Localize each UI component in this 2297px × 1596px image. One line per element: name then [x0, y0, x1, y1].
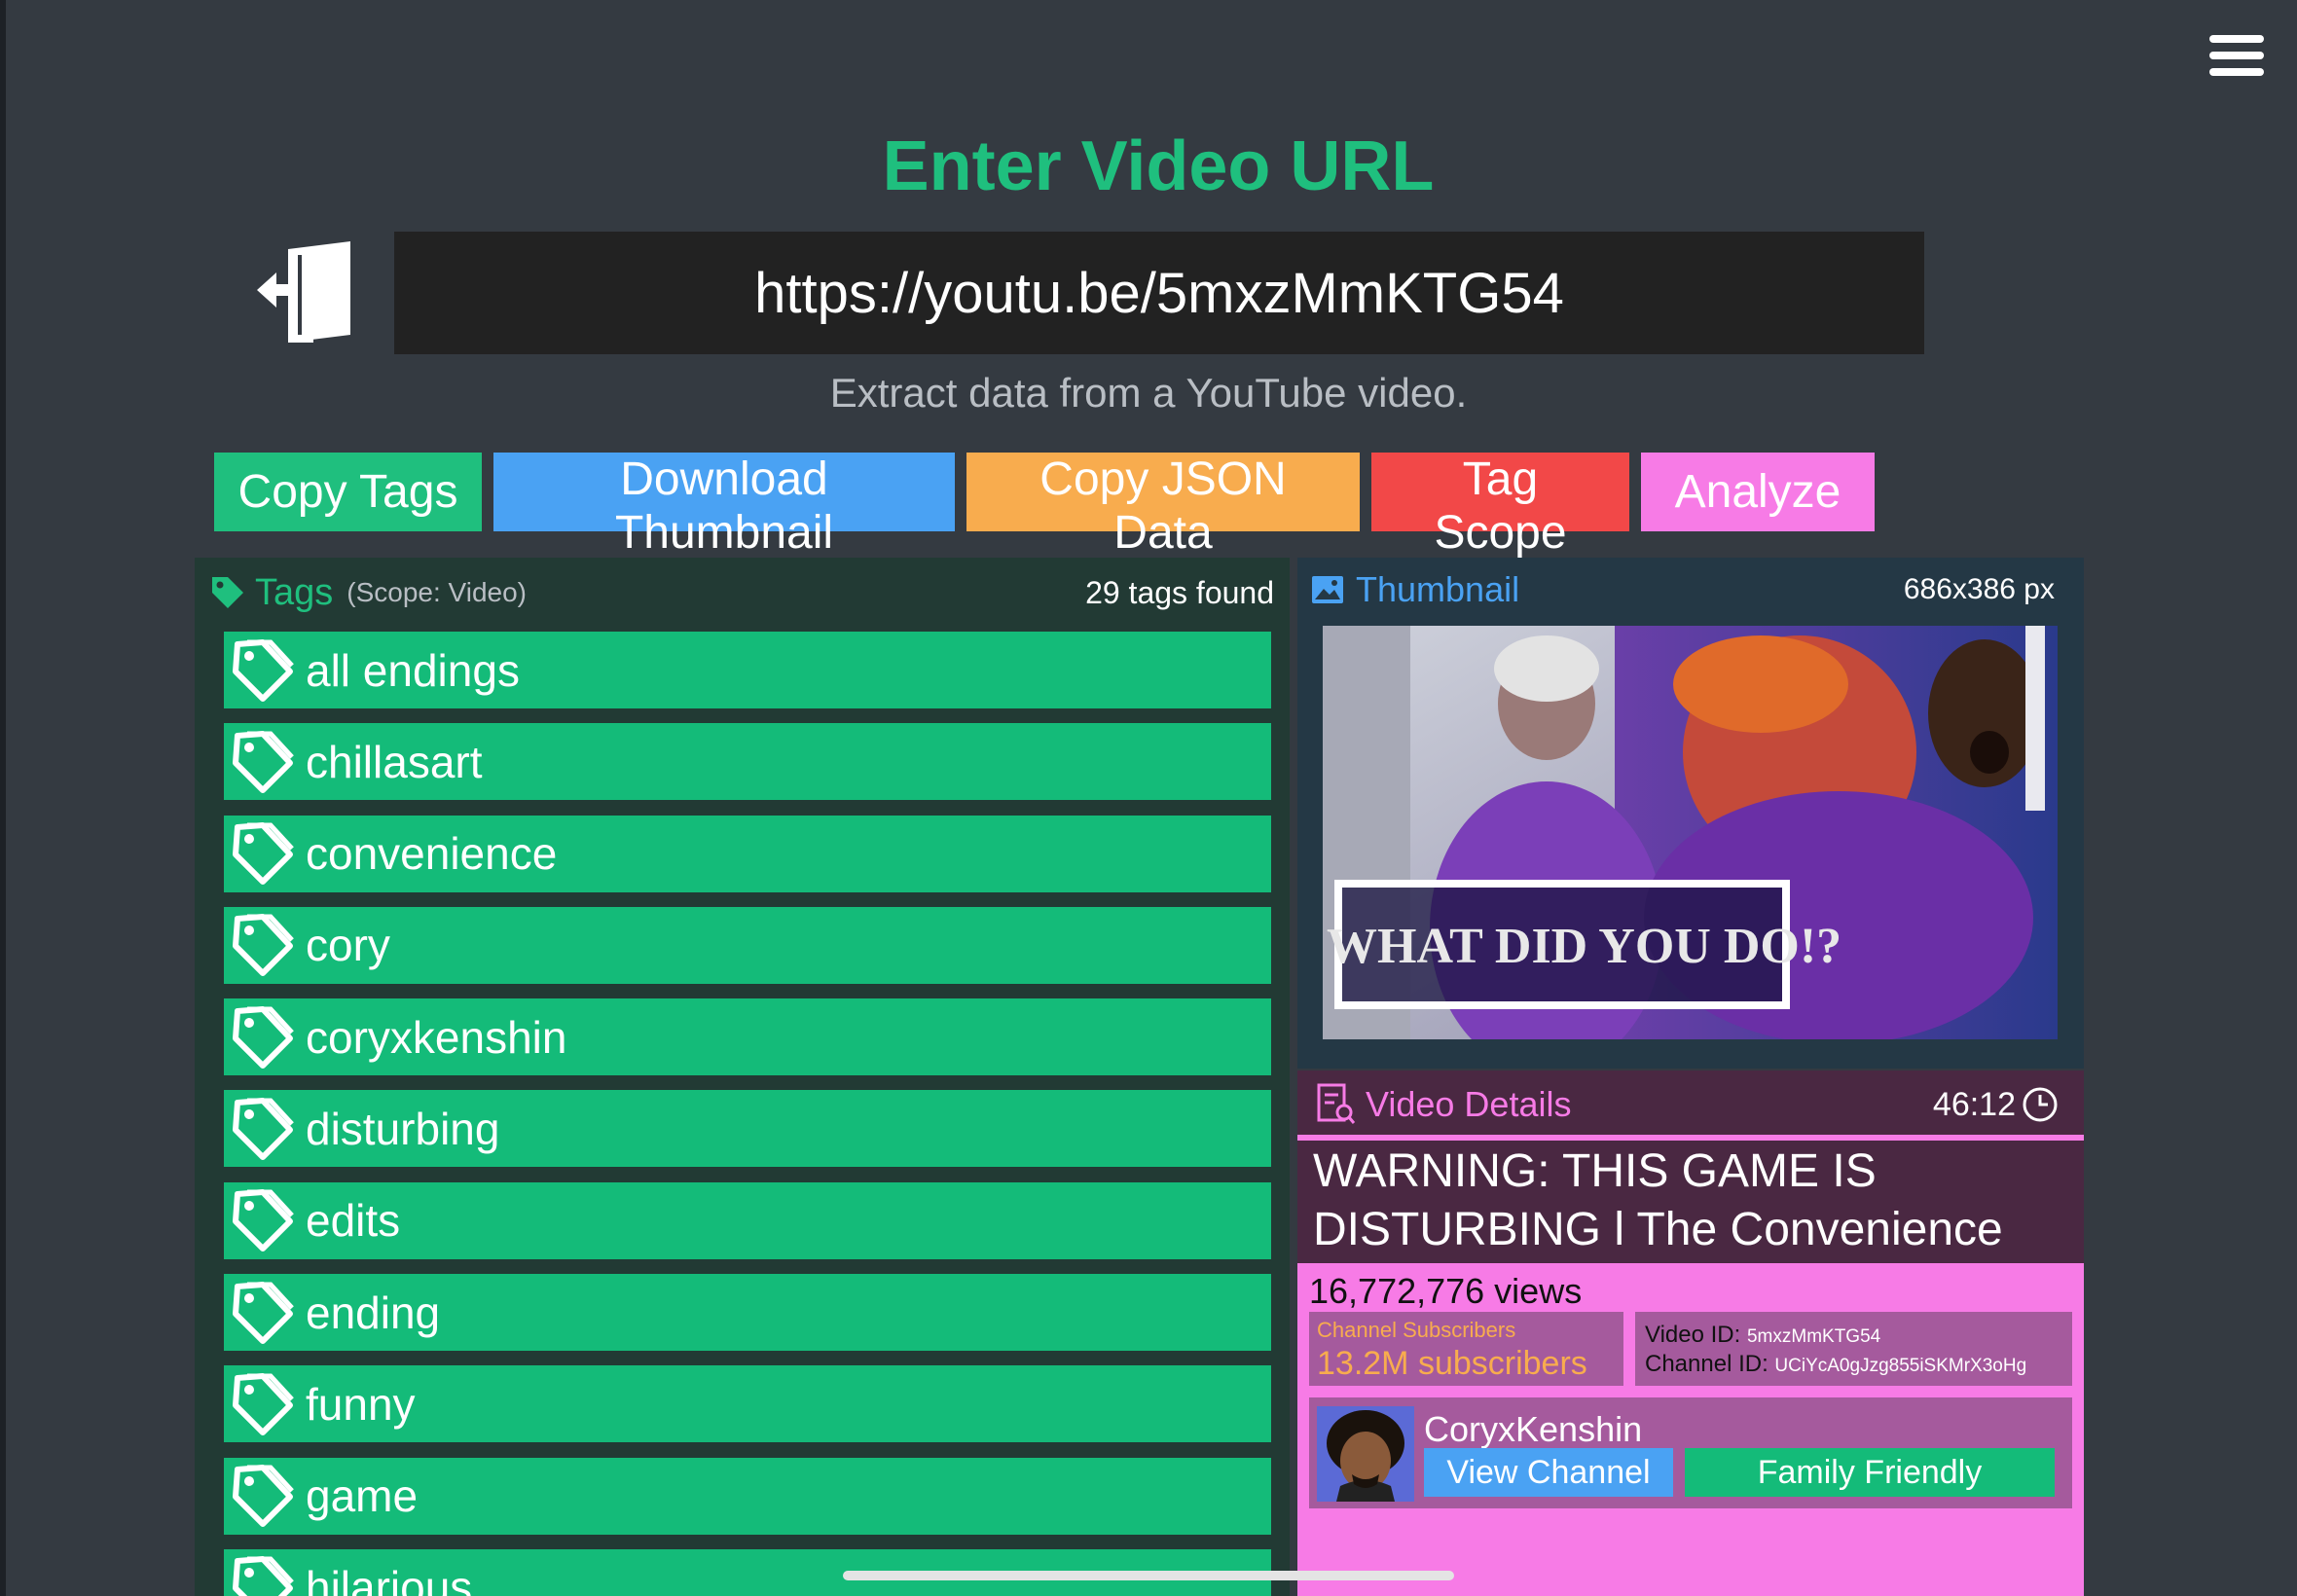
ids-box: Video ID: 5mxzMmKTG54 Channel ID: UCiYcA…	[1635, 1312, 2072, 1386]
tag-icon	[233, 1281, 294, 1344]
tag-item[interactable]: chillasart	[224, 723, 1271, 801]
tag-label: ending	[306, 1287, 441, 1338]
analyze-button[interactable]: Analyze	[1641, 453, 1875, 531]
tags-panel: Tags (Scope: Video) 29 tags found all en…	[195, 558, 1290, 1596]
tag-label: cory	[306, 920, 390, 971]
details-title: Video Details	[1366, 1084, 1572, 1124]
stats-box: 16,772,776 views Channel Subscribers 13.…	[1297, 1263, 2084, 1596]
divider	[1297, 1135, 2084, 1141]
tag-scope-button[interactable]: Tag Scope	[1371, 453, 1629, 559]
tag-label: chillasart	[306, 736, 483, 787]
tag-item[interactable]: game	[224, 1457, 1271, 1535]
tag-label: hilarious	[306, 1562, 473, 1596]
channel-id-label: Channel ID:	[1645, 1351, 1768, 1377]
family-friendly-badge: Family Friendly	[1685, 1448, 2055, 1497]
thumbnail-overlay-text: WHAT DID YOU DO!?	[1327, 919, 1841, 974]
tag-icon	[233, 1465, 294, 1528]
thumbnail-image[interactable]: WHAT DID YOU DO!?	[1323, 626, 2058, 1039]
subscribers-value: 13.2M subscribers	[1317, 1345, 1587, 1382]
tag-label: convenience	[306, 828, 558, 880]
tag-item[interactable]: coryxkenshin	[224, 998, 1271, 1076]
clock-icon	[2023, 1087, 2058, 1122]
video-title: WARNING: THIS GAME IS DISTURBING l The C…	[1313, 1145, 2003, 1255]
copy-tags-button[interactable]: Copy Tags	[214, 453, 482, 531]
video-duration: 46:12	[1932, 1085, 2016, 1123]
video-details-panel: Video Details 46:12 WARNING: THIS GAME I…	[1297, 1070, 2084, 1596]
view-count: 16,772,776 views	[1309, 1271, 1583, 1311]
paste-url-icon[interactable]	[255, 241, 356, 343]
tag-icon	[233, 822, 294, 886]
tag-icon	[233, 1372, 294, 1435]
tag-label: edits	[306, 1195, 401, 1247]
tags-header: Tags (Scope: Video) 29 tags found	[210, 567, 1274, 618]
view-channel-button[interactable]: View Channel	[1424, 1448, 1673, 1497]
tag-icon	[233, 730, 294, 793]
tags-count: 29 tags found	[1085, 574, 1274, 610]
tag-item[interactable]: edits	[224, 1181, 1271, 1259]
tag-label: funny	[306, 1378, 416, 1430]
tag-icon	[233, 914, 294, 977]
download-thumbnail-button[interactable]: Download Thumbnail	[493, 453, 955, 559]
thumbnail-title: Thumbnail	[1356, 569, 1520, 609]
tag-icon	[212, 577, 243, 608]
left-edge	[0, 0, 6, 1596]
tag-label: coryxkenshin	[306, 1011, 567, 1063]
document-search-icon	[1317, 1083, 1356, 1124]
subscribers-label: Channel Subscribers	[1317, 1318, 1516, 1342]
thumbnail-size: 686x386 px	[1903, 573, 2055, 605]
copy-json-button[interactable]: Copy JSON Data	[966, 453, 1360, 559]
subscribers-box: Channel Subscribers 13.2M subscribers	[1309, 1312, 1623, 1386]
video-id: 5mxzMmKTG54	[1746, 1326, 1881, 1347]
tag-icon	[233, 1556, 294, 1596]
video-id-label: Video ID:	[1645, 1322, 1741, 1348]
tag-item[interactable]: all endings	[224, 632, 1271, 708]
home-indicator	[843, 1571, 1454, 1580]
tag-item[interactable]: disturbing	[224, 1090, 1271, 1168]
video-url-input[interactable]	[394, 232, 1924, 354]
tag-label: game	[306, 1470, 419, 1522]
image-icon	[1312, 576, 1343, 603]
tag-item[interactable]: convenience	[224, 815, 1271, 892]
tag-icon	[233, 1097, 294, 1160]
thumbnail-panel: Thumbnail 686x386 px WHAT DID YOU DO!?	[1297, 558, 2084, 1069]
action-buttons: Copy Tags Download Thumbnail Copy JSON D…	[214, 453, 1875, 559]
channel-avatar	[1317, 1406, 1414, 1502]
tag-icon	[233, 1189, 294, 1252]
tags-scope: (Scope: Video)	[346, 577, 527, 607]
subtitle: Extract data from a YouTube video.	[829, 370, 1468, 416]
tag-label: disturbing	[306, 1103, 500, 1154]
url-row	[255, 232, 1924, 354]
tag-icon	[233, 1005, 294, 1069]
tag-item[interactable]: ending	[224, 1274, 1271, 1352]
details-header: Video Details 46:12	[1317, 1078, 2059, 1131]
tag-list: all endings chillasart convenience cory cory…	[224, 632, 1271, 1596]
tag-icon	[233, 638, 294, 702]
tag-label: all endings	[306, 644, 520, 696]
hamburger-menu-icon[interactable]	[2209, 35, 2264, 84]
channel-box: CoryxKenshin View Channel Family Friendl…	[1309, 1397, 2072, 1508]
tag-item[interactable]: funny	[224, 1365, 1271, 1443]
channel-name: CoryxKenshin	[1424, 1409, 1643, 1449]
page-heading: Enter Video URL	[882, 127, 1435, 205]
tags-title: Tags	[255, 571, 334, 613]
channel-id: UCiYcA0gJzg855iSKMrX3oHg	[1774, 1356, 2027, 1376]
thumbnail-header: Thumbnail 686x386 px	[1311, 565, 2055, 614]
tag-item[interactable]: cory	[224, 906, 1271, 984]
